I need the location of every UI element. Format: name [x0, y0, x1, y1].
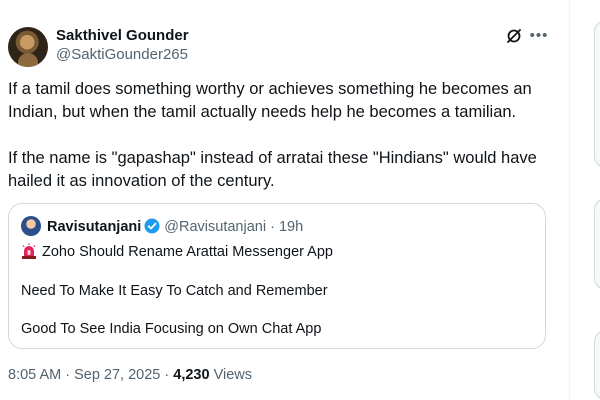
author-handle[interactable]: @SaktiGounder265	[56, 46, 188, 64]
tweet-footer: 8:05 AM · Sep 27, 2025 · 4,230 Views	[8, 366, 252, 384]
sidebar-card[interactable]	[594, 330, 600, 400]
quoted-tweet[interactable]: Ravisutanjani @Ravisutanjani · 19h Zoho …	[8, 203, 546, 349]
grok-icon[interactable]	[505, 27, 523, 45]
tweet-article[interactable]: Sakthivel Gounder @SaktiGounder265 ••• I…	[0, 0, 562, 400]
tweet-timestamp[interactable]: 8:05 AM · Sep 27, 2025 ·	[8, 367, 173, 383]
more-options-icon[interactable]: •••	[529, 27, 549, 45]
sidebar-card[interactable]	[594, 198, 600, 290]
quoted-author-avatar[interactable]	[21, 216, 41, 236]
column-divider	[569, 0, 570, 400]
quoted-line: Zoho Should Rename Arattai Messenger App	[21, 243, 333, 261]
tweet-paragraph: If a tamil does something worthy or achi…	[8, 80, 532, 121]
quoted-tweet-header: Ravisutanjani @Ravisutanjani · 19h	[47, 218, 303, 236]
police-siren-icon	[22, 243, 36, 259]
tweet-paragraph: If the name is "gapashap" instead of arr…	[8, 149, 537, 190]
quoted-time[interactable]: 19h	[279, 219, 303, 235]
verified-badge-icon	[144, 218, 160, 234]
quoted-author-name[interactable]: Ravisutanjani	[47, 219, 141, 235]
quoted-line: Good To See India Focusing on Own Chat A…	[21, 321, 322, 337]
right-sidebar	[594, 0, 600, 400]
quoted-line-text: Zoho Should Rename Arattai Messenger App	[42, 244, 333, 260]
author-avatar[interactable]	[8, 27, 48, 67]
quoted-line: Need To Make It Easy To Catch and Rememb…	[21, 283, 328, 299]
views-label: Views	[209, 367, 252, 383]
quoted-separator: ·	[270, 219, 275, 235]
quoted-author-handle[interactable]: @Ravisutanjani	[164, 219, 266, 235]
views-count: 4,230	[173, 367, 210, 383]
tweet-text: If a tamil does something worthy or achi…	[8, 78, 554, 193]
sidebar-card[interactable]	[594, 20, 600, 168]
author-name[interactable]: Sakthivel Gounder	[56, 27, 189, 45]
